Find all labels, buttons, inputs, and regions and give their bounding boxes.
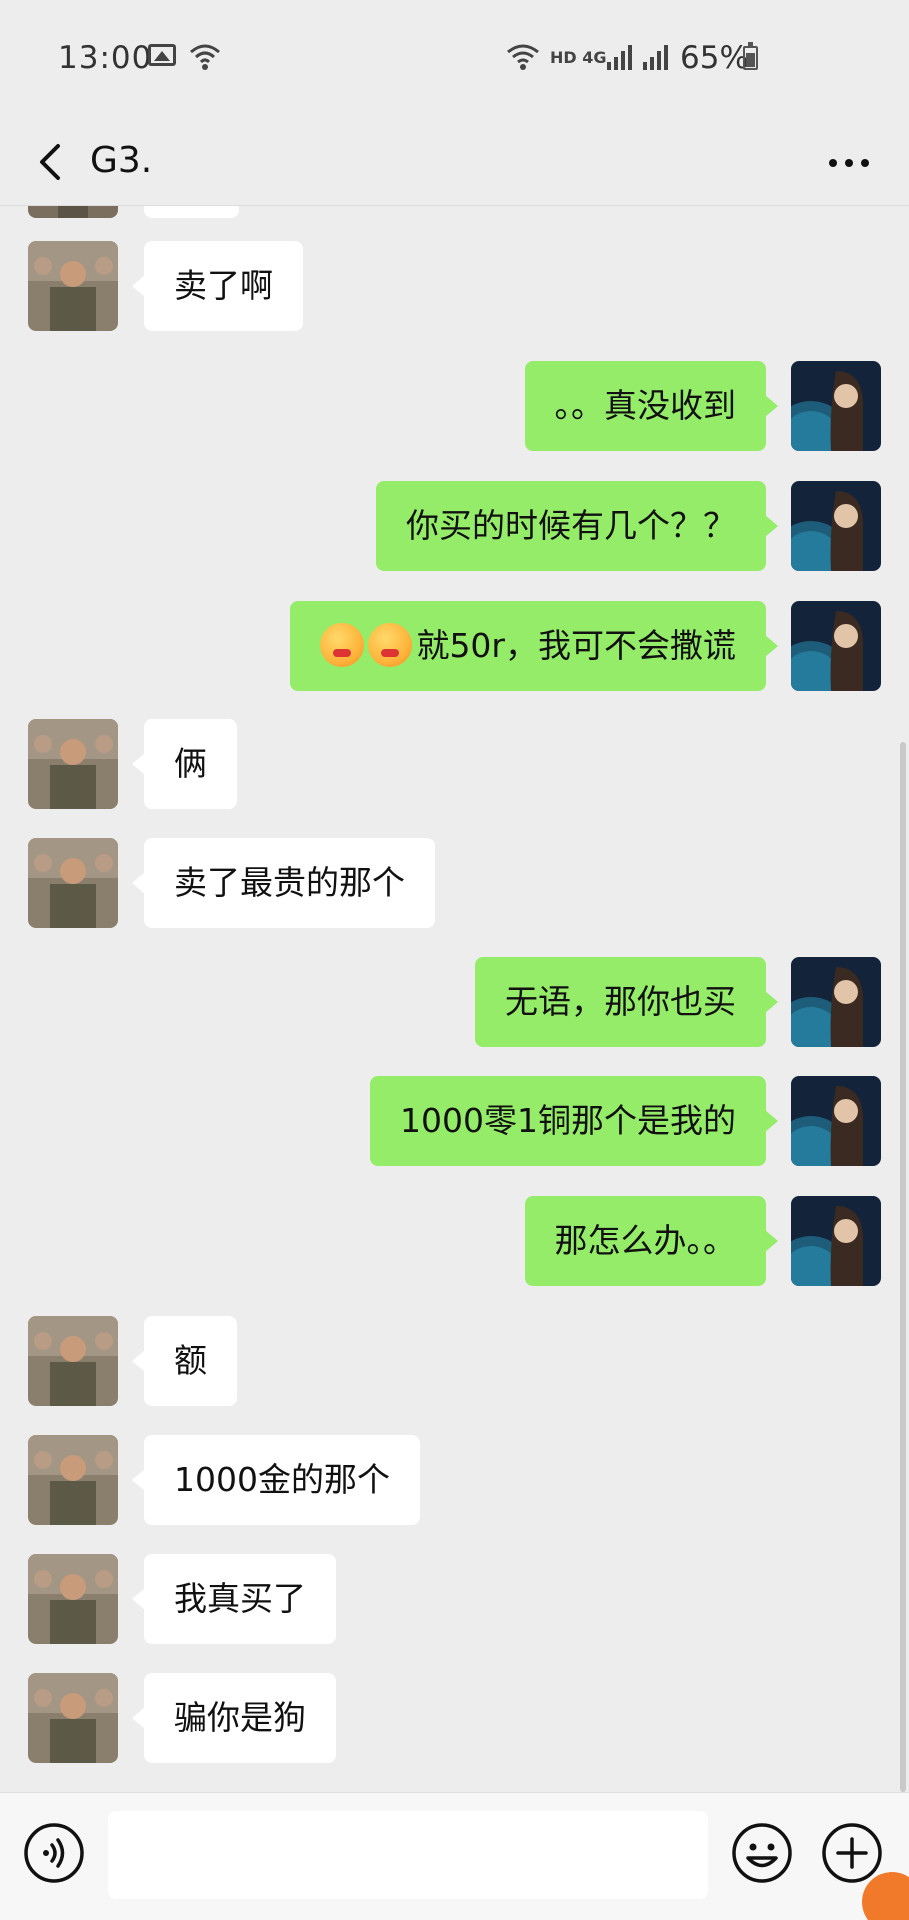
network-type: HD 4G [550, 48, 607, 67]
avatar[interactable] [28, 206, 118, 218]
more-button[interactable] [819, 138, 879, 188]
signal-icon [607, 45, 668, 70]
avatar[interactable] [791, 957, 881, 1047]
avatar[interactable] [28, 241, 118, 331]
message-item: 你买的时候有几个？？ [0, 481, 909, 573]
message-item: 1000零1铜那个是我的 [0, 1076, 909, 1168]
chat-header: G3. [0, 118, 909, 206]
message-item: 卖了啊 [0, 241, 909, 333]
message-bubble[interactable]: 我真买了 [132, 1554, 336, 1644]
message-item: 就50r，我可不会撒谎 [0, 601, 909, 693]
battery-percent: 65% [680, 40, 749, 76]
chat-title: G3. [90, 140, 153, 181]
status-bar: 13:00 HD 4G 65% [0, 0, 909, 118]
avatar[interactable] [28, 1554, 118, 1644]
plus-button[interactable] [820, 1821, 884, 1885]
avatar[interactable] [28, 1435, 118, 1525]
message-bubble[interactable]: 你买的时候有几个？？ [376, 481, 778, 571]
emoji-icon [320, 622, 365, 667]
message-bubble[interactable]: 那怎么办。。 [524, 1196, 778, 1286]
message-item: 无语，那你也买 [0, 957, 909, 1049]
message-item: 俩 [0, 719, 909, 811]
more-dots-icon [829, 159, 869, 167]
message-bubble[interactable]: 卖了啊 [132, 241, 303, 331]
wifi-icon [190, 44, 220, 70]
message-item: 骗你是狗 [0, 1673, 909, 1765]
battery-icon [743, 42, 758, 70]
avatar[interactable] [791, 1196, 881, 1286]
voice-button[interactable] [22, 1821, 86, 1885]
avatar[interactable] [791, 601, 881, 691]
avatar[interactable] [791, 1076, 881, 1166]
avatar[interactable] [28, 838, 118, 928]
message-item: 额 [0, 1316, 909, 1408]
status-time: 13:00 [58, 40, 153, 76]
avatar[interactable] [791, 481, 881, 571]
message-item: 那怎么办。。 [0, 1196, 909, 1288]
wifi-icon [507, 44, 539, 70]
scrollbar[interactable] [900, 742, 906, 1792]
avatar[interactable] [28, 1673, 118, 1763]
message-bubble[interactable]: 1000零1铜那个是我的 [370, 1076, 778, 1166]
message-bubble[interactable]: 无语，那你也买 [475, 957, 778, 1047]
message-bubble[interactable]: 骗你是狗 [132, 1673, 336, 1763]
message-bubble[interactable]: 卖了最贵的那个 [132, 838, 435, 928]
message-item: 1000金的那个 [0, 1435, 909, 1527]
message-input[interactable] [108, 1811, 708, 1899]
message-bubble[interactable]: 1000金的那个 [132, 1435, 420, 1525]
plus-icon [822, 1823, 882, 1883]
input-bar [0, 1792, 909, 1920]
voice-icon [24, 1823, 84, 1883]
chevron-left-icon [40, 144, 60, 180]
avatar[interactable] [28, 1316, 118, 1406]
image-icon [148, 44, 176, 66]
emoji-icon [732, 1823, 792, 1883]
partial-message [0, 206, 909, 218]
message-text: 就50r，我可不会撒谎 [416, 626, 736, 665]
message-bubble[interactable]: 俩 [132, 719, 237, 809]
back-button[interactable] [22, 132, 82, 192]
message-bubble[interactable]: 就50r，我可不会撒谎 [290, 601, 778, 691]
emoji-button[interactable] [730, 1821, 794, 1885]
message-item: 卖了最贵的那个 [0, 838, 909, 930]
avatar[interactable] [791, 361, 881, 451]
message-item: 我真买了 [0, 1554, 909, 1646]
message-list[interactable]: 卖了啊 。。真没收到 你买的时候有几个？？ 就50r，我可不会撒谎 俩 卖了最贵… [0, 206, 909, 1792]
message-item: 。。真没收到 [0, 361, 909, 453]
message-bubble[interactable]: 额 [132, 1316, 237, 1406]
message-bubble[interactable]: 。。真没收到 [524, 361, 778, 451]
emoji-icon [368, 622, 413, 667]
avatar[interactable] [28, 719, 118, 809]
